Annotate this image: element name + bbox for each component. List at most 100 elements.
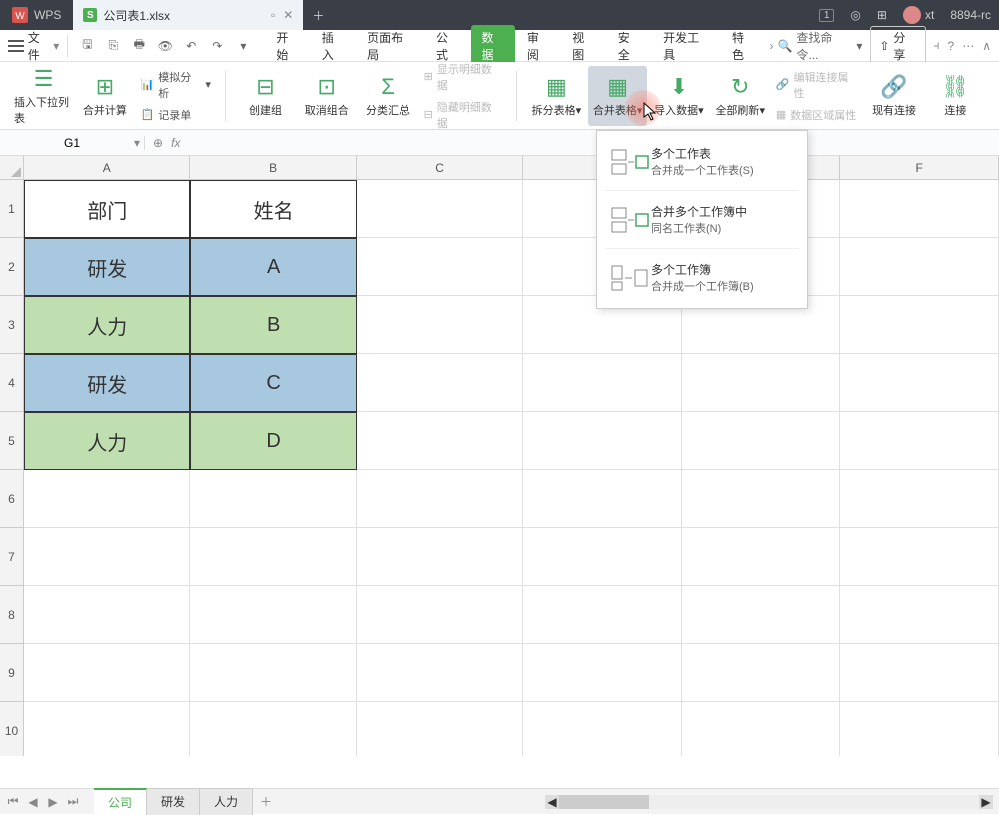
cell-C7[interactable] (357, 528, 523, 586)
row-header-8[interactable]: 8 (0, 586, 24, 644)
cell-F5[interactable] (840, 412, 999, 470)
cell-E9[interactable] (682, 644, 841, 702)
sheet-nav-next-icon[interactable]: ▶ (44, 793, 62, 811)
preview-icon[interactable]: 👁 (154, 35, 176, 57)
column-header-C[interactable]: C (357, 156, 523, 180)
cell-A1[interactable]: 部门 (24, 180, 190, 238)
cell-C1[interactable] (357, 180, 523, 238)
row-header-10[interactable]: 10 (0, 702, 24, 756)
cell-E5[interactable] (682, 412, 841, 470)
document-tab[interactable]: S 公司表1.xlsx ▫ ✕ (73, 0, 303, 30)
cell-A2[interactable]: 研发 (24, 238, 190, 296)
cell-B5[interactable]: D (190, 412, 356, 470)
redo-icon[interactable]: ↷ (206, 35, 228, 57)
fx-icon[interactable]: fx (171, 136, 180, 150)
cell-F2[interactable] (840, 238, 999, 296)
column-header-A[interactable]: A (24, 156, 190, 180)
cell-E4[interactable] (682, 354, 841, 412)
cell-D9[interactable] (523, 644, 682, 702)
ribbon-tab-8[interactable]: 开发工具 (653, 25, 720, 67)
cell-C6[interactable] (357, 470, 523, 528)
sheet-tab-公司[interactable]: 公司 (94, 788, 147, 815)
cell-A9[interactable] (24, 644, 190, 702)
tab-maximize-icon[interactable]: ▫ (271, 8, 275, 22)
share-button[interactable]: ⇧ 分享 (870, 26, 925, 66)
ribbon-tab-5[interactable]: 审阅 (517, 25, 560, 67)
sim-analysis-button[interactable]: 📊 模拟分析▾ (137, 67, 215, 103)
cell-F7[interactable] (840, 528, 999, 586)
cell-A4[interactable]: 研发 (24, 354, 190, 412)
cell-F3[interactable] (840, 296, 999, 354)
ribbon-tab-6[interactable]: 视图 (562, 25, 605, 67)
cell-B7[interactable] (190, 528, 356, 586)
spreadsheet-grid[interactable]: ABCDEF 12345678910 部门姓名研发A人力B研发C人力D (0, 156, 999, 756)
cell-C4[interactable] (357, 354, 523, 412)
save-icon[interactable]: 🖫 (76, 35, 98, 57)
namebox-dropdown-icon[interactable]: ▾ (134, 136, 140, 150)
cell-B3[interactable]: B (190, 296, 356, 354)
cell-F6[interactable] (840, 470, 999, 528)
cell-C9[interactable] (357, 644, 523, 702)
import-data-button[interactable]: ⬇ 导入数据▾ (649, 66, 708, 126)
row-header-1[interactable]: 1 (0, 180, 24, 238)
sheet-tab-研发[interactable]: 研发 (147, 788, 200, 815)
sheet-nav-first-icon[interactable]: ⏮ (4, 793, 22, 811)
print-icon[interactable]: 🖶 (128, 35, 150, 57)
cell-A5[interactable]: 人力 (24, 412, 190, 470)
add-sheet-button[interactable]: ＋ (253, 793, 279, 810)
cell-C3[interactable] (357, 296, 523, 354)
copy-icon[interactable]: ⎘ (102, 35, 124, 57)
cell-A7[interactable] (24, 528, 190, 586)
existing-connection-button[interactable]: 🔗 现有连接 (864, 66, 923, 126)
undo-icon[interactable]: ↶ (180, 35, 202, 57)
scroll-left-icon[interactable]: ◀ (545, 795, 559, 809)
cell-F4[interactable] (840, 354, 999, 412)
sheet-nav-last-icon[interactable]: ⏭ (64, 793, 82, 811)
insert-dropdown-list-button[interactable]: ☰ 插入下拉列表 (14, 66, 73, 126)
create-group-button[interactable]: ⊟ 创建组 (236, 66, 295, 126)
sheet-tab-人力[interactable]: 人力 (200, 788, 253, 815)
formula-input[interactable] (188, 135, 991, 150)
row-header-7[interactable]: 7 (0, 528, 24, 586)
cell-D8[interactable] (523, 586, 682, 644)
help-icon[interactable]: ? (948, 39, 955, 53)
ungroup-button[interactable]: ⊡ 取消组合 (297, 66, 356, 126)
subtotal-button[interactable]: Σ 分类汇总 (358, 66, 417, 126)
cell-F9[interactable] (840, 644, 999, 702)
qat-dropdown-icon[interactable]: ▾ (232, 35, 254, 57)
cell-B9[interactable] (190, 644, 356, 702)
column-header-B[interactable]: B (190, 156, 356, 180)
cell-B2[interactable]: A (190, 238, 356, 296)
cell-A8[interactable] (24, 586, 190, 644)
row-header-5[interactable]: 5 (0, 412, 24, 470)
row-header-9[interactable]: 9 (0, 644, 24, 702)
merge-multi-workbooks-item[interactable]: 多个工作簿 合并成一个工作簿(B) (597, 253, 807, 302)
row-header-2[interactable]: 2 (0, 238, 24, 296)
search-command[interactable]: 🔍 查找命令... ▾ (777, 29, 862, 63)
tabs-scroll-icon[interactable]: › (765, 39, 777, 53)
cell-C10[interactable] (357, 702, 523, 756)
column-header-F[interactable]: F (840, 156, 999, 180)
select-all-corner[interactable] (0, 156, 24, 180)
merge-same-name-sheets-item[interactable]: 合并多个工作簿中 同名工作表(N) (597, 195, 807, 244)
merge-multi-sheets-item[interactable]: 多个工作表 合并成一个工作表(S) (597, 137, 807, 186)
cell-F10[interactable] (840, 702, 999, 756)
cell-F8[interactable] (840, 586, 999, 644)
ribbon-tab-9[interactable]: 特色 (722, 25, 765, 67)
cell-A10[interactable] (24, 702, 190, 756)
row-header-6[interactable]: 6 (0, 470, 24, 528)
horizontal-scrollbar[interactable]: ◀ ▶ (559, 795, 979, 809)
expand-icon[interactable]: ∧ (982, 39, 991, 53)
record-sheet-button[interactable]: 📋 记录单 (137, 105, 215, 125)
cell-C5[interactable] (357, 412, 523, 470)
merge-table-button[interactable]: ▦ 合并表格▾ (588, 66, 647, 126)
merge-calc-button[interactable]: ⊞ 合并计算 (75, 66, 134, 126)
cell-D10[interactable] (523, 702, 682, 756)
cells-area[interactable]: 部门姓名研发A人力B研发C人力D (24, 180, 999, 756)
more-icon[interactable]: ⋯ (962, 39, 974, 53)
cell-E6[interactable] (682, 470, 841, 528)
tab-close-icon[interactable]: ✕ (283, 8, 293, 22)
cell-D5[interactable] (523, 412, 682, 470)
cell-B6[interactable] (190, 470, 356, 528)
cell-E8[interactable] (682, 586, 841, 644)
